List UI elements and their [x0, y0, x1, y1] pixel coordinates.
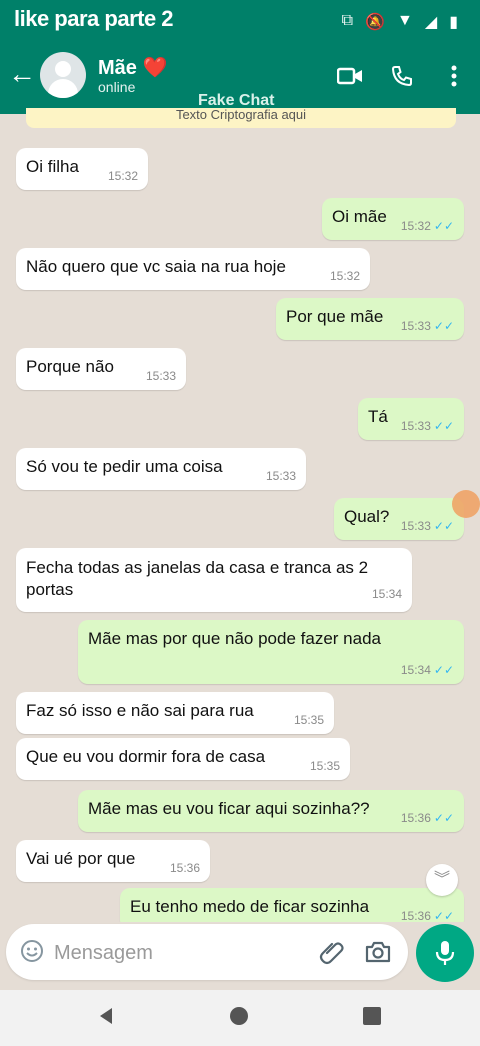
- message-time: 15:32: [400, 219, 431, 233]
- message-text: Mãe mas por que não pode fazer nada: [88, 629, 381, 648]
- message-composer: [6, 924, 408, 980]
- arrow-left-icon[interactable]: ←: [8, 60, 36, 88]
- video-overlay-title: like para parte 2: [14, 6, 174, 31]
- message-text: Por que mãe: [286, 307, 384, 326]
- phone-icon[interactable]: [388, 62, 416, 90]
- message-time: 15:34: [371, 587, 402, 601]
- message-text: Oi filha: [26, 157, 79, 176]
- message-time: 15:36: [400, 909, 431, 922]
- message-bubble[interactable]: Faz só isso e não sai para rua 15:35: [16, 692, 334, 734]
- more-vertical-icon[interactable]: [440, 62, 468, 90]
- contact-name[interactable]: Mãe ❤️: [98, 55, 167, 80]
- message-input[interactable]: [52, 938, 306, 968]
- message-text: Vai ué por que: [26, 849, 136, 868]
- signal-icon: ◢: [424, 14, 438, 31]
- mute-icon: 🔕: [365, 14, 386, 31]
- message-text: Só vou te pedir uma coisa: [26, 457, 223, 476]
- nav-home-icon[interactable]: [230, 1007, 248, 1025]
- double-check-icon: ✓✓: [433, 419, 454, 433]
- chevron-down-icon[interactable]: ︾: [426, 864, 458, 896]
- battery-icon: ▮: [449, 14, 458, 31]
- message-bubble[interactable]: Vai ué por que 15:36: [16, 840, 210, 882]
- message-bubble[interactable]: Porque não 15:33: [16, 348, 186, 390]
- video-call-icon[interactable]: [336, 62, 364, 90]
- message-text: Porque não: [26, 357, 114, 376]
- encryption-banner: Texto Criptografia aqui: [26, 108, 456, 128]
- message-time: 15:33: [265, 469, 296, 483]
- wifi-icon: ▼: [397, 12, 413, 29]
- message-text: Faz só isso e não sai para rua: [26, 701, 254, 720]
- message-bubble[interactable]: Por que mãe 15:33 ✓✓: [276, 298, 464, 340]
- message-time: 15:32: [107, 169, 138, 183]
- message-time: 15:35: [293, 713, 324, 727]
- paperclip-icon[interactable]: [318, 938, 346, 966]
- microphone-icon[interactable]: [416, 924, 474, 982]
- message-time: 15:33: [145, 369, 176, 383]
- nav-back-icon[interactable]: [96, 1006, 116, 1031]
- message-text: Tá: [368, 407, 388, 426]
- message-bubble[interactable]: Fecha todas as janelas da casa e tranca …: [16, 548, 412, 612]
- emoji-icon[interactable]: [20, 939, 44, 963]
- message-bubble[interactable]: Qual? 15:33 ✓✓: [334, 498, 464, 540]
- double-check-icon: ✓✓: [433, 663, 454, 677]
- double-check-icon: ✓✓: [433, 519, 454, 533]
- message-list: Oi filha 15:32 Oi mãe 15:32 ✓✓ Não quero qu…: [0, 130, 480, 922]
- avatar[interactable]: [40, 52, 86, 98]
- system-nav-bar: [0, 990, 480, 1046]
- message-text: Não quero que vc saia na rua hoje: [26, 257, 286, 276]
- message-bubble[interactable]: Mãe mas por que não pode fazer nada 15:34…: [78, 620, 464, 684]
- message-text: Que eu vou dormir fora de casa: [26, 747, 266, 766]
- message-bubble[interactable]: Só vou te pedir uma coisa 15:33: [16, 448, 306, 490]
- nav-recents-icon[interactable]: [363, 1007, 381, 1025]
- message-bubble[interactable]: Oi filha 15:32: [16, 148, 148, 190]
- message-time: 15:32: [329, 269, 360, 283]
- message-bubble[interactable]: Não quero que vc saia na rua hoje 15:32: [16, 248, 370, 290]
- status-bar: ⧉ 🔕 ▼ ◢ ▮: [342, 12, 458, 32]
- message-text: Mãe mas eu vou ficar aqui sozinha??: [88, 799, 370, 818]
- message-text: Qual?: [344, 507, 390, 526]
- double-check-icon: ✓✓: [433, 909, 454, 922]
- floating-bubble[interactable]: [452, 490, 480, 518]
- message-text: Eu tenho medo de ficar sozinha: [130, 897, 370, 916]
- double-check-icon: ✓✓: [433, 319, 454, 333]
- message-time: 15:36: [169, 861, 200, 875]
- message-bubble[interactable]: Eu tenho medo de ficar sozinha 15:36 ✓✓: [120, 888, 464, 922]
- message-bubble[interactable]: Mãe mas eu vou ficar aqui sozinha?? 15:36…: [78, 790, 464, 832]
- message-bubble[interactable]: Que eu vou dormir fora de casa 15:35: [16, 738, 350, 780]
- message-time: 15:35: [309, 759, 340, 773]
- message-time: 15:33: [400, 319, 431, 333]
- message-time: 15:34: [400, 663, 431, 677]
- message-text: Fecha todas as janelas da casa e tranca …: [26, 558, 369, 599]
- message-time: 15:36: [400, 811, 431, 825]
- cast-icon: ⧉: [341, 12, 354, 29]
- double-check-icon: ✓✓: [433, 811, 454, 825]
- camera-icon[interactable]: [364, 938, 392, 966]
- message-bubble[interactable]: Tá 15:33 ✓✓: [358, 398, 464, 440]
- double-check-icon: ✓✓: [433, 219, 454, 233]
- message-time: 15:33: [400, 519, 431, 533]
- message-bubble[interactable]: Oi mãe 15:32 ✓✓: [322, 198, 464, 240]
- message-text: Oi mãe: [332, 207, 387, 226]
- message-time: 15:33: [400, 419, 431, 433]
- chat-header: like para parte 2 ⧉ 🔕 ▼ ◢ ▮ ← Mãe ❤️ onl…: [0, 0, 480, 114]
- contact-status: online: [98, 79, 136, 95]
